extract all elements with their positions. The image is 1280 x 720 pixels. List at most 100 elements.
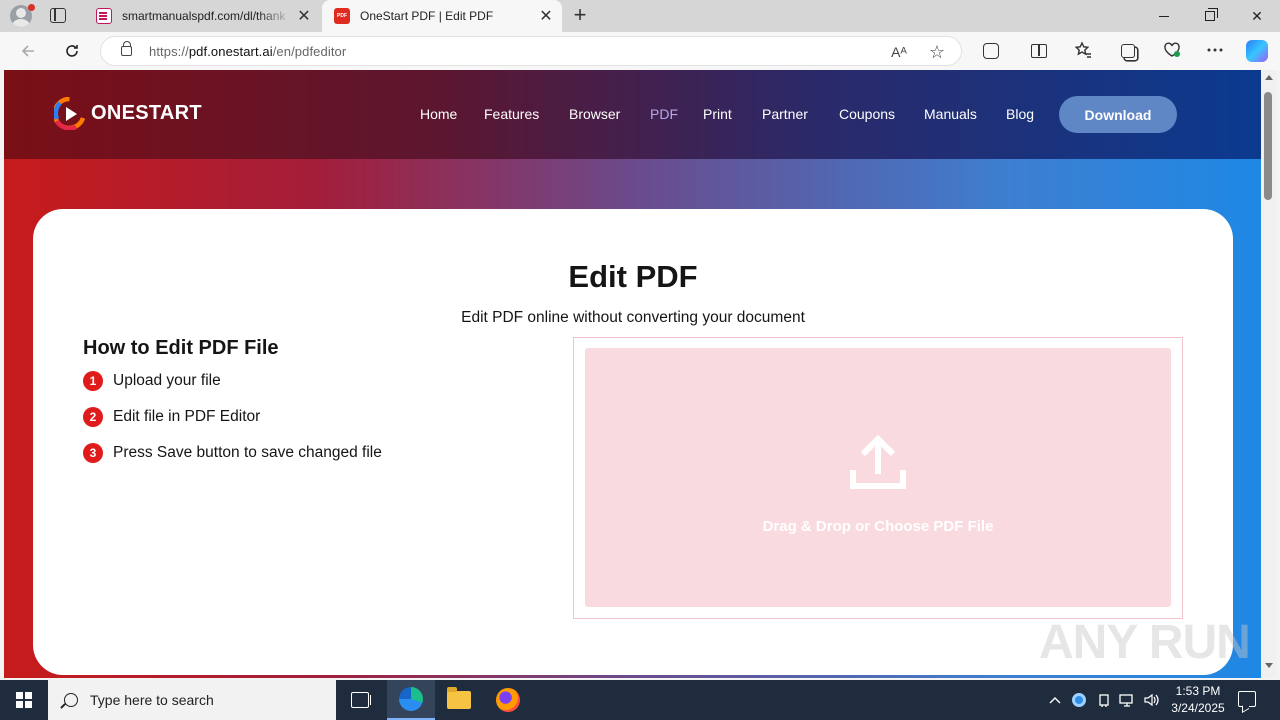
nav-blog[interactable]: Blog [1006, 106, 1034, 122]
url-host: pdf.onestart.ai [188, 44, 273, 59]
back-button[interactable] [15, 38, 41, 64]
window-close-button[interactable]: ✕ [1234, 0, 1280, 32]
start-button[interactable] [0, 680, 48, 720]
tab-actions-icon[interactable] [50, 8, 66, 23]
speaker-icon [1144, 693, 1159, 707]
split-screen-button[interactable] [1028, 40, 1050, 62]
taskbar-clock[interactable]: 1:53 PM 3/24/2025 [1160, 683, 1236, 717]
nav-coupons[interactable]: Coupons [839, 106, 895, 122]
windows-logo-icon [16, 692, 32, 708]
nav-features[interactable]: Features [484, 106, 539, 122]
howto-title: How to Edit PDF File [83, 337, 279, 359]
search-icon [64, 693, 78, 707]
tray-device-icon[interactable] [1094, 680, 1114, 720]
nav-partner[interactable]: Partner [762, 106, 808, 122]
page-title: Edit PDF [568, 259, 698, 294]
browser-tab-onestart-pdf[interactable]: PDF OneStart PDF | Edit PDF ✕ [322, 0, 562, 32]
taskbar-search[interactable]: Type here to search [48, 680, 336, 720]
nav-print[interactable]: Print [703, 106, 732, 122]
upload-icon [850, 434, 906, 489]
back-arrow-icon [21, 45, 34, 57]
usb-device-icon [1099, 694, 1109, 707]
scroll-thumb[interactable] [1264, 92, 1272, 200]
tab-close-icon[interactable]: ✕ [292, 6, 316, 26]
page-scrollbar[interactable] [1261, 70, 1276, 678]
step-text: Edit file in PDF Editor [113, 408, 261, 425]
drop-zone-label: Drag & Drop or Choose PDF File [762, 518, 994, 535]
window-restore-button[interactable] [1187, 0, 1233, 32]
window-minimize-button[interactable] [1141, 0, 1187, 32]
url-path: /en/pdfeditor [272, 44, 347, 59]
cloud-sync-icon [1072, 693, 1086, 707]
reload-icon [66, 45, 78, 57]
pdf-favicon-icon: PDF [334, 8, 350, 24]
windows-taskbar: Type here to search 1:53 PM 3/24/2025 [0, 680, 1280, 720]
settings-more-button[interactable] [1204, 39, 1226, 61]
copilot-button[interactable] [1246, 40, 1268, 62]
address-bar[interactable]: https://pdf.onestart.ai/en/pdfeditor Aᴬ … [100, 36, 962, 66]
collections-icon [1121, 44, 1135, 58]
new-tab-button[interactable]: + [570, 4, 590, 28]
taskbar-edge[interactable] [387, 680, 435, 720]
download-button[interactable]: Download [1059, 96, 1177, 133]
notification-center-icon[interactable] [1238, 691, 1256, 707]
tab-title: OneStart PDF | Edit PDF [360, 9, 494, 23]
network-button[interactable] [1116, 680, 1138, 720]
collections-button[interactable] [1117, 40, 1139, 62]
step-number-badge: 3 [83, 443, 103, 463]
minimize-icon [1159, 15, 1169, 17]
copilot-icon [1246, 40, 1268, 62]
lock-icon[interactable] [121, 41, 132, 56]
tray-app-icon[interactable] [1069, 680, 1089, 720]
url-text[interactable]: https://pdf.onestart.ai/en/pdfeditor [149, 44, 346, 59]
browser-tab-strip: smartmanualspdf.com/dl/thank ✕ PDF OneSt… [0, 0, 1280, 32]
edge-browser-icon [399, 687, 423, 711]
pdf-editor-card: Edit PDF Edit PDF online without convert… [33, 209, 1233, 675]
read-aloud-icon[interactable]: Aᴬ [889, 42, 909, 62]
restore-icon [1205, 8, 1218, 21]
reload-button[interactable] [59, 38, 85, 64]
step-text: Upload your file [113, 372, 221, 389]
network-icon [1119, 694, 1133, 707]
taskbar-firefox[interactable] [484, 680, 532, 720]
step-item: 1 Upload your file [83, 371, 221, 391]
upload-area-frame: Drag & Drop or Choose PDF File [573, 337, 1183, 619]
site-header: ONESTART Home Features Browser PDF Print… [4, 70, 1261, 159]
step-number-badge: 2 [83, 407, 103, 427]
scroll-up-arrow-icon[interactable] [1265, 75, 1273, 80]
step-number-badge: 1 [83, 371, 103, 391]
heart-pulse-icon [1164, 42, 1180, 57]
scroll-down-arrow-icon[interactable] [1265, 663, 1273, 668]
file-explorer-icon [447, 687, 471, 709]
browser-essentials-button[interactable] [1161, 39, 1183, 61]
page-viewport: ONESTART Home Features Browser PDF Print… [4, 70, 1261, 678]
step-text: Press Save button to save changed file [113, 444, 382, 461]
nav-pdf[interactable]: PDF [650, 106, 678, 122]
task-view-button[interactable] [336, 680, 384, 720]
profile-notification-dot [28, 4, 35, 11]
nav-browser[interactable]: Browser [569, 106, 620, 122]
show-hidden-icons-button[interactable] [1046, 680, 1064, 720]
search-placeholder: Type here to search [90, 692, 214, 708]
clock-time: 1:53 PM [1175, 684, 1221, 698]
tab-title: smartmanualspdf.com/dl/thank [122, 9, 286, 23]
chevron-up-icon [1049, 697, 1061, 704]
nav-manuals[interactable]: Manuals [924, 106, 977, 122]
step-item: 3 Press Save button to save changed file [83, 443, 382, 463]
nav-home[interactable]: Home [420, 106, 457, 122]
favorite-star-icon[interactable]: ☆ [927, 42, 947, 62]
favorites-button[interactable] [1072, 39, 1094, 61]
browser-tab-smartmanuals[interactable]: smartmanualspdf.com/dl/thank ✕ [84, 0, 320, 32]
more-dots-icon [1207, 48, 1223, 52]
extensions-button[interactable] [980, 40, 1002, 62]
file-drop-zone[interactable]: Drag & Drop or Choose PDF File [585, 348, 1171, 607]
tab-close-icon[interactable]: ✕ [534, 6, 558, 26]
anyrun-watermark: ANY RUN [1039, 616, 1251, 669]
document-favicon-icon [96, 8, 112, 24]
split-screen-icon [1031, 44, 1047, 58]
favorites-list-icon [1074, 41, 1091, 58]
volume-button[interactable] [1140, 680, 1162, 720]
task-view-icon [351, 692, 371, 708]
step-item: 2 Edit file in PDF Editor [83, 407, 260, 427]
taskbar-file-explorer[interactable] [435, 680, 483, 720]
